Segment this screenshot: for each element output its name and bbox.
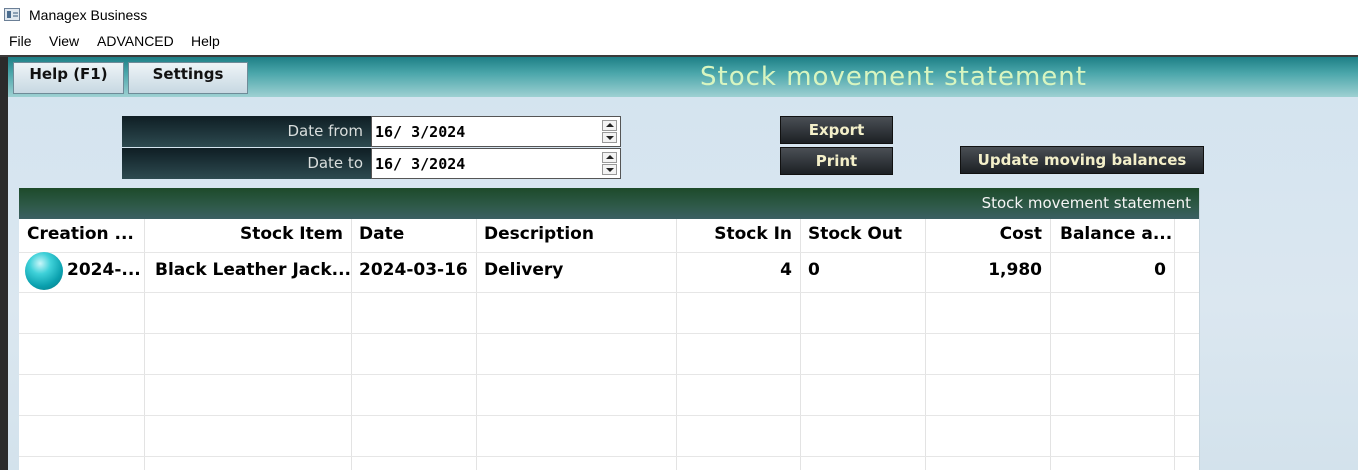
menu-help[interactable]: Help	[191, 33, 220, 49]
cell-cost[interactable]: 1,980	[931, 260, 1042, 280]
export-button[interactable]: Export	[780, 116, 893, 144]
grid-right-border	[1199, 188, 1200, 470]
page-title: Stock movement statement	[700, 62, 1087, 92]
cell-stock-item[interactable]: Black Leather Jack...	[155, 260, 351, 280]
column-separator	[676, 219, 677, 470]
cell-balance[interactable]: 0	[1055, 260, 1166, 280]
column-separator	[144, 219, 145, 470]
column-header-creation[interactable]: Creation ...	[27, 224, 134, 244]
cell-date[interactable]: 2024-03-16	[359, 260, 468, 280]
row-divider	[19, 252, 1199, 253]
menu-bar: File View ADVANCED Help	[0, 30, 1358, 54]
row-divider	[19, 292, 1199, 293]
date-to-field[interactable]: 16/ 3/2024	[371, 148, 621, 179]
row-divider	[19, 415, 1199, 416]
spin-up-icon[interactable]	[602, 152, 617, 163]
cell-description[interactable]: Delivery	[484, 260, 563, 280]
panel-left-border	[0, 57, 8, 470]
date-from-label: Date from	[122, 116, 371, 147]
column-header-date[interactable]: Date	[359, 224, 404, 244]
column-header-description[interactable]: Description	[484, 224, 594, 244]
print-button[interactable]: Print	[780, 147, 893, 175]
grid-caption: Stock movement statement	[19, 188, 1199, 219]
menu-advanced[interactable]: ADVANCED	[97, 33, 174, 49]
row-divider	[19, 333, 1199, 334]
window-title: Managex Business	[29, 7, 148, 23]
column-separator	[1050, 219, 1051, 470]
spin-down-icon[interactable]	[602, 132, 617, 143]
menu-view[interactable]: View	[49, 33, 79, 49]
column-separator	[925, 219, 926, 470]
menu-file[interactable]: File	[9, 33, 32, 49]
settings-button[interactable]: Settings	[128, 62, 248, 94]
date-from-value: 16/ 3/2024	[375, 123, 466, 141]
column-header-stock-item[interactable]: Stock Item	[149, 224, 343, 244]
row-status-orb-icon	[25, 252, 63, 290]
column-header-cost[interactable]: Cost	[931, 224, 1042, 244]
help-button[interactable]: Help (F1)	[13, 62, 124, 94]
column-header-stock-out[interactable]: Stock Out	[808, 224, 902, 244]
update-moving-balances-button[interactable]: Update moving balances	[960, 146, 1204, 174]
title-bar: Managex Business	[0, 0, 1358, 30]
column-separator	[476, 219, 477, 470]
date-from-field[interactable]: 16/ 3/2024	[371, 116, 621, 147]
spin-up-icon[interactable]	[602, 120, 617, 131]
cell-stock-out[interactable]: 0	[808, 260, 820, 280]
cell-creation[interactable]: 2024-...	[67, 260, 141, 280]
column-separator	[351, 219, 352, 470]
column-header-balance[interactable]: Balance a...	[1060, 224, 1172, 244]
stock-movement-grid: Stock movement statement Creation ... St…	[19, 188, 1199, 470]
spin-down-icon[interactable]	[602, 164, 617, 175]
cell-stock-in[interactable]: 4	[681, 260, 792, 280]
column-separator	[800, 219, 801, 470]
row-divider	[19, 374, 1199, 375]
row-divider	[19, 456, 1199, 457]
date-to-label: Date to	[122, 148, 371, 179]
column-separator	[1174, 219, 1175, 470]
app-icon	[4, 8, 20, 21]
date-to-value: 16/ 3/2024	[375, 155, 466, 173]
column-header-stock-in[interactable]: Stock In	[681, 224, 792, 244]
